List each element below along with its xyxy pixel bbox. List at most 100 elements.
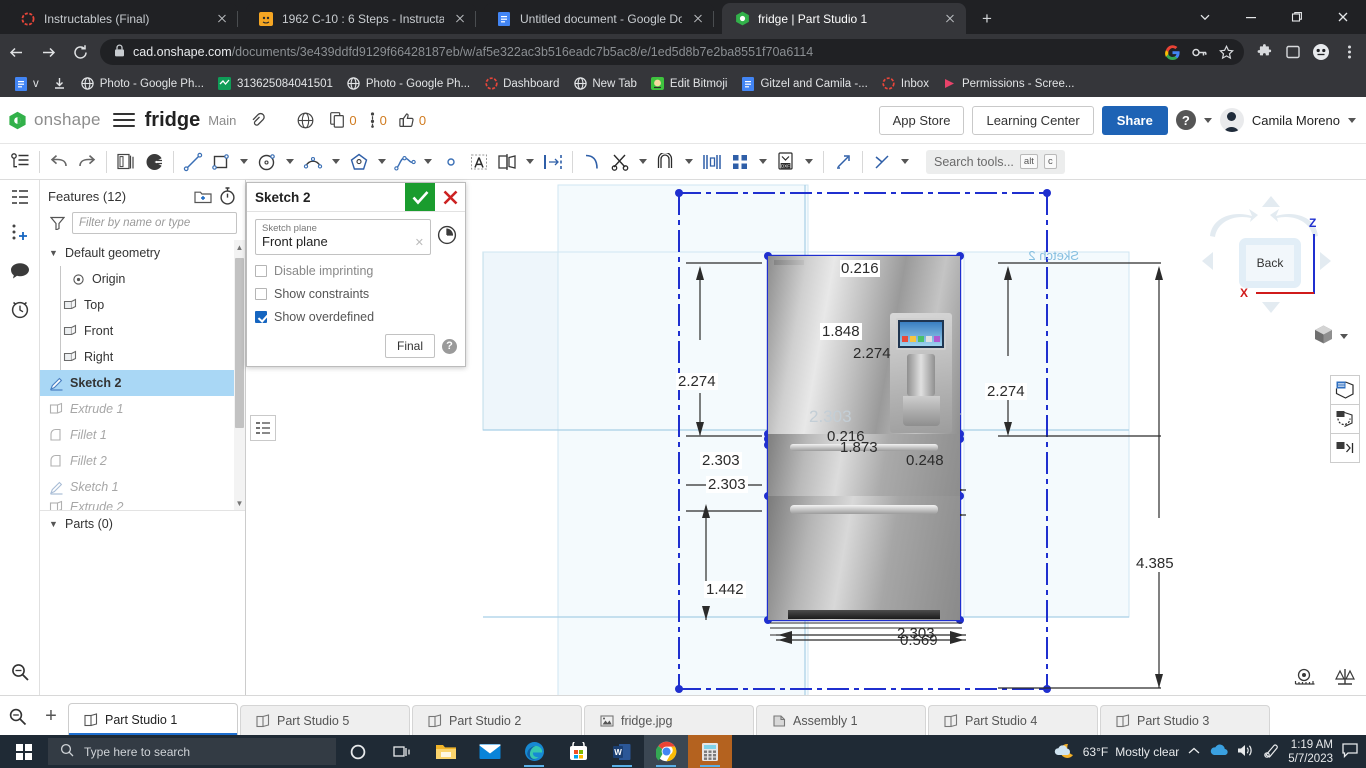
sketch-list-toggle[interactable]: [250, 415, 276, 441]
browser-tab[interactable]: Instructables (Final): [8, 3, 238, 34]
tree-item-top[interactable]: Top: [40, 292, 245, 318]
share-button[interactable]: Share: [1102, 106, 1168, 135]
document-branch[interactable]: Main: [208, 113, 236, 128]
option-show-overdefined[interactable]: Show overdefined: [255, 310, 457, 324]
tree-item-extrude-2[interactable]: Extrude 2: [40, 500, 245, 510]
close-window-icon[interactable]: [1320, 0, 1366, 34]
document-title[interactable]: fridge: [145, 109, 201, 132]
clear-icon[interactable]: ✕: [415, 236, 424, 249]
notifications-icon[interactable]: [1342, 743, 1358, 761]
feature-list-icon[interactable]: [6, 147, 34, 177]
history-icon[interactable]: [0, 290, 40, 328]
dimension-value[interactable]: 0.569: [900, 632, 938, 649]
checkbox[interactable]: [255, 265, 267, 277]
new-folder-icon[interactable]: [191, 184, 215, 208]
mass-properties-icon[interactable]: [1334, 668, 1356, 689]
checkbox-checked[interactable]: [255, 311, 267, 323]
tree-item-sketch-2[interactable]: Sketch 2: [40, 370, 245, 396]
measure-tape-icon[interactable]: [1294, 668, 1316, 689]
screencastify-tray-icon[interactable]: [1263, 743, 1279, 761]
chrome-icon[interactable]: [644, 735, 688, 768]
tree-item-right[interactable]: Right: [40, 344, 245, 370]
scroll-down-icon[interactable]: ▼: [234, 496, 245, 510]
bookmark-item[interactable]: Photo - Google Ph...: [75, 74, 210, 94]
volume-icon[interactable]: [1237, 743, 1254, 761]
tab-search-icon[interactable]: [0, 697, 34, 735]
chevron-down-icon[interactable]: [373, 147, 391, 177]
bookmark-item[interactable]: 313625084041501: [212, 74, 339, 94]
dimension-value[interactable]: 0.216: [840, 260, 880, 277]
dimension-value[interactable]: 1.442: [704, 581, 746, 598]
dimension-value[interactable]: 1.873: [840, 439, 878, 456]
dimension-tool-icon[interactable]: [539, 147, 567, 177]
parts-section[interactable]: ▼ Parts (0): [40, 510, 245, 536]
like-counter[interactable]: 0: [399, 112, 426, 128]
option-show-constraints[interactable]: Show constraints: [255, 287, 457, 301]
bookmark-item[interactable]: New Tab: [567, 74, 643, 94]
circle-tool-icon[interactable]: [253, 147, 281, 177]
close-icon[interactable]: [690, 11, 706, 27]
import-dxf-icon[interactable]: DXF: [772, 147, 800, 177]
search-tools-input[interactable]: Search tools... alt c: [926, 150, 1065, 174]
reload-icon[interactable]: [64, 37, 96, 67]
grid-cube-icon[interactable]: [1330, 375, 1360, 405]
text-tool-icon[interactable]: [465, 147, 493, 177]
dimension-value[interactable]: 2.303: [700, 452, 742, 469]
chevron-down-icon[interactable]: [896, 147, 914, 177]
restore-icon[interactable]: [1274, 0, 1320, 34]
checkbox[interactable]: [255, 288, 267, 300]
taskbar-search[interactable]: Type here to search: [48, 738, 336, 765]
view-right-arrow[interactable]: [1320, 252, 1331, 273]
chevron-down-icon[interactable]: [680, 147, 698, 177]
sketch-pattern-icon[interactable]: [726, 147, 754, 177]
view-mode-selector[interactable]: [1313, 324, 1348, 348]
dimension-value-ghost[interactable]: 2.303: [809, 407, 852, 427]
feature-tree-scrollbar[interactable]: ▲ ▼: [234, 240, 245, 510]
help-icon[interactable]: ?: [442, 339, 457, 354]
grid-rotate-icon[interactable]: [1330, 404, 1360, 434]
bookmark-star-icon[interactable]: [1214, 40, 1238, 64]
studio-tab-fridge-jpg[interactable]: fridge.jpg: [584, 705, 754, 735]
globe-icon[interactable]: [292, 107, 318, 133]
tree-item-fillet-2[interactable]: Fillet 2: [40, 448, 245, 474]
bookmark-item[interactable]: v: [8, 74, 45, 94]
tray-expand-icon[interactable]: [1188, 745, 1200, 759]
rectangle-tool-icon[interactable]: [207, 147, 235, 177]
start-button[interactable]: [0, 735, 48, 768]
mail-icon[interactable]: [468, 735, 512, 768]
use-projection-icon[interactable]: [698, 147, 726, 177]
chevron-down-icon[interactable]: [1204, 118, 1212, 123]
view-left-arrow[interactable]: [1202, 252, 1213, 273]
main-menu-icon[interactable]: [113, 110, 135, 130]
google-account-icon[interactable]: [1160, 40, 1184, 64]
offset-tool-icon[interactable]: [652, 147, 680, 177]
dimension-value[interactable]: 1.848: [820, 323, 862, 340]
new-tab-button[interactable]: +: [976, 8, 998, 30]
rollback-timer-icon[interactable]: [215, 184, 239, 208]
chevron-down-icon[interactable]: [754, 147, 772, 177]
chevron-down-icon[interactable]: [1348, 118, 1356, 123]
onedrive-icon[interactable]: [1209, 744, 1228, 760]
profile-avatar-icon[interactable]: [1308, 39, 1334, 65]
minimize-icon[interactable]: [1228, 0, 1274, 34]
task-view-icon[interactable]: [380, 735, 424, 768]
comments-icon[interactable]: [0, 252, 40, 290]
bookmark-item[interactable]: Edit Bitmoji: [645, 74, 734, 94]
dimension-value[interactable]: 0.248: [906, 452, 944, 469]
chevron-down-icon[interactable]: [327, 147, 345, 177]
confirm-button[interactable]: [405, 183, 435, 211]
browser-tab[interactable]: Untitled document - Google Doc: [484, 3, 714, 34]
browser-tab[interactable]: 1962 C-10 : 6 Steps - Instructable: [246, 3, 476, 34]
extend-tool-icon[interactable]: [829, 147, 857, 177]
bookmark-item[interactable]: Inbox: [876, 74, 935, 94]
studio-tab-assembly-1[interactable]: Assembly 1: [756, 705, 926, 735]
chevron-down-icon[interactable]: [800, 147, 818, 177]
tree-item-extrude-1[interactable]: Extrude 1: [40, 396, 245, 422]
link-icon[interactable]: [244, 107, 270, 133]
cancel-button[interactable]: [435, 183, 465, 211]
chevron-down-icon[interactable]: [281, 147, 299, 177]
add-tab-button[interactable]: +: [34, 697, 68, 735]
tree-group-default-geometry[interactable]: ▼ Default geometry: [40, 240, 245, 266]
onshape-logo[interactable]: onshape: [0, 110, 101, 130]
close-icon[interactable]: [214, 11, 230, 27]
